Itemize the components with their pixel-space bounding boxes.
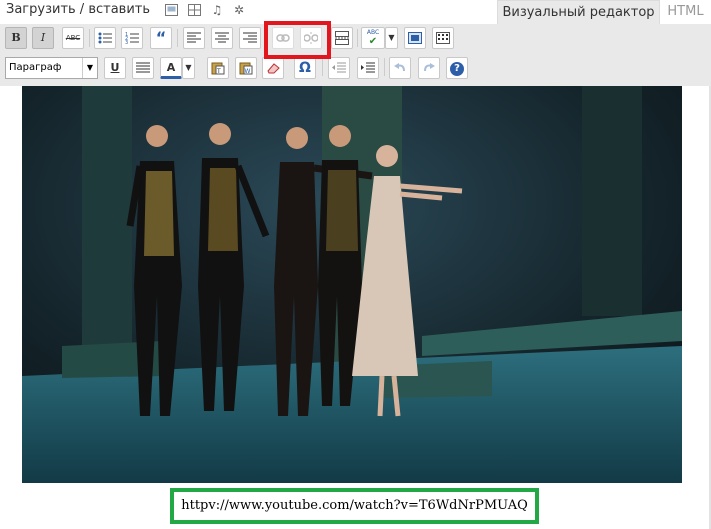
align-center-icon [215, 32, 229, 43]
blockquote-button[interactable]: “ [150, 27, 172, 49]
text-color-button[interactable]: A [160, 57, 182, 79]
chevron-down-icon: ▼ [82, 58, 97, 78]
outdent-button[interactable] [328, 57, 350, 79]
eraser-icon [267, 63, 280, 74]
help-button[interactable]: ? [446, 57, 468, 79]
redo-icon [424, 63, 435, 72]
align-left-icon [187, 32, 201, 43]
paragraph-format-select[interactable]: Параграф ▼ [5, 57, 98, 79]
paste-text-icon: T [211, 62, 225, 75]
italic-button[interactable]: I [32, 27, 54, 49]
indent-button[interactable] [357, 57, 379, 79]
remove-formatting-button[interactable] [262, 57, 284, 79]
paste-word-icon: W [239, 62, 253, 75]
numbered-list-icon: 123 [125, 32, 139, 46]
spellcheck-button[interactable]: ABC ✔ [361, 27, 385, 49]
svg-text:W: W [245, 68, 251, 75]
numbered-list-button[interactable]: 123 [121, 27, 143, 49]
bullet-list-icon [98, 32, 112, 44]
editor-header: Загрузить / вставить ♫ ✲ Визуальный реда… [0, 0, 711, 24]
spellcheck-language-dropdown[interactable]: ▼ [385, 27, 398, 49]
svg-text:T: T [216, 68, 221, 75]
text-color-dropdown[interactable]: ▼ [182, 57, 195, 79]
paste-text-button[interactable]: T [207, 57, 229, 79]
align-right-icon [243, 32, 257, 43]
redo-button[interactable] [418, 57, 440, 79]
toolbar-separator [357, 29, 358, 47]
kitchen-sink-icon [436, 32, 450, 44]
strikethrough-button[interactable]: ABC [62, 27, 84, 49]
align-center-button[interactable] [211, 27, 233, 49]
add-gallery-icon[interactable] [187, 4, 201, 17]
outdent-icon [332, 62, 346, 73]
insert-more-tag-button[interactable] [331, 27, 353, 49]
help-icon: ? [450, 62, 464, 76]
upload-insert-label[interactable]: Загрузить / вставить [6, 2, 150, 17]
kitchen-sink-button[interactable] [432, 27, 454, 49]
indent-icon [361, 62, 375, 73]
special-character-button[interactable]: Ω [294, 57, 316, 79]
svg-text:3: 3 [125, 40, 128, 44]
fullscreen-button[interactable] [404, 27, 426, 49]
justify-button[interactable] [132, 57, 154, 79]
paste-word-button[interactable]: W [235, 57, 257, 79]
ballet-stage-photo[interactable] [22, 86, 682, 483]
toolbar-separator [177, 29, 178, 47]
youtube-url-text[interactable]: httpv://www.youtube.com/watch?v=T6WdNrPM… [170, 488, 539, 524]
add-audio-icon[interactable]: ♫ [210, 4, 224, 17]
undo-icon [394, 63, 405, 72]
editor-toolbar-row-2: Параграф ▼ U A ▼ T W Ω ? [0, 53, 711, 86]
toolbar-separator [384, 58, 385, 76]
toolbar-separator [322, 58, 323, 76]
fullscreen-icon [408, 32, 422, 44]
link-buttons-highlight [264, 21, 331, 59]
add-image-icon[interactable] [164, 4, 178, 17]
format-select-value: Параграф [9, 62, 62, 73]
align-right-button[interactable] [239, 27, 261, 49]
underline-button[interactable]: U [104, 57, 126, 79]
editor-toolbar-row-1: B I ABC 123 “ ABC ✔ ▼ [0, 24, 711, 53]
bold-button[interactable]: B [5, 27, 27, 49]
tab-html[interactable]: HTML [660, 0, 711, 24]
toolbar-separator [89, 29, 90, 47]
justify-icon [136, 62, 150, 73]
undo-button[interactable] [389, 57, 411, 79]
tab-visual-editor[interactable]: Визуальный редактор [497, 0, 660, 24]
more-tag-icon [335, 31, 349, 45]
bullet-list-button[interactable] [94, 27, 116, 49]
add-media-icon[interactable]: ✲ [232, 4, 246, 17]
align-left-button[interactable] [183, 27, 205, 49]
